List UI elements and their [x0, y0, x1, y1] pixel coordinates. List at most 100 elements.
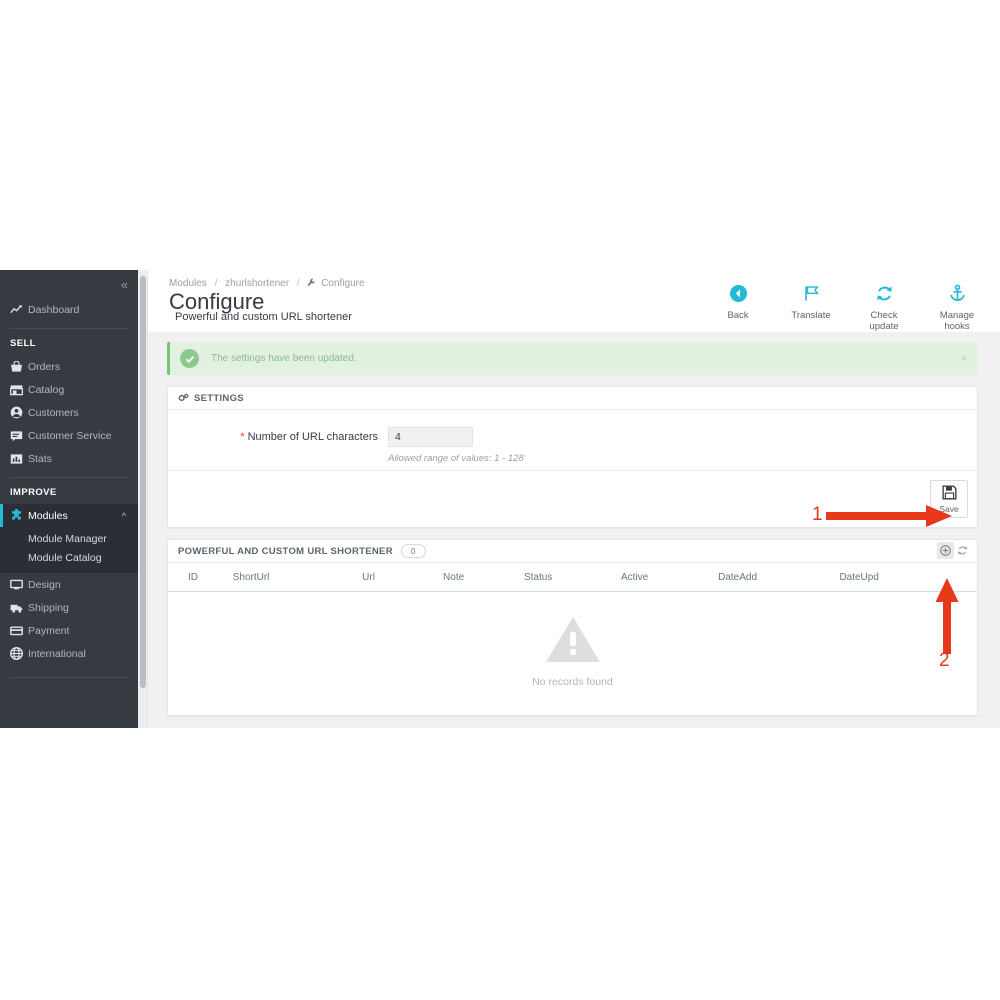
annotation-arrow-1	[826, 505, 952, 527]
refresh-icon	[857, 284, 911, 306]
sidebar-item-payment[interactable]: Payment	[0, 619, 138, 642]
sidebar-subitem-module-manager[interactable]: Module Manager	[0, 529, 138, 548]
manage-hooks-button[interactable]: Manage hooks	[930, 284, 984, 332]
records-panel-actions	[937, 542, 971, 559]
chat-icon	[10, 429, 28, 443]
sidebar-item-modules[interactable]: Modules ^	[0, 504, 138, 527]
sidebar-item-label: Customers	[28, 406, 79, 419]
sidebar-item-stats[interactable]: Stats	[0, 447, 138, 470]
translate-label: Translate	[791, 310, 831, 321]
flag-icon	[784, 284, 838, 306]
chevron-up-icon: ^	[121, 510, 126, 521]
bar-chart-icon	[10, 452, 28, 466]
sidebar-item-international[interactable]: International	[0, 642, 138, 665]
store-icon	[10, 383, 28, 397]
globe-icon	[10, 647, 28, 661]
column-shorturl[interactable]: ShortUrl	[232, 563, 363, 592]
url-characters-help-text: Allowed range of values: 1 - 128	[388, 453, 524, 464]
records-count-badge: 0	[400, 544, 426, 558]
sidebar-collapse-button[interactable]: «	[0, 270, 138, 298]
settings-form-row: * Number of URL characters 4 Allowed rang…	[168, 410, 977, 470]
empty-state: No records found	[169, 593, 976, 714]
sidebar-item-label: International	[28, 647, 86, 660]
sidebar-item-label: Orders	[28, 360, 61, 373]
url-characters-label-text: Number of URL characters	[247, 431, 378, 443]
sidebar-item-label: Shipping	[28, 601, 69, 614]
records-panel: POWERFUL AND CUSTOM URL SHORTENER 0 ID S…	[167, 539, 978, 716]
column-active[interactable]: Active	[621, 563, 719, 592]
screenshot-root: « Dashboard SELL Orders Catalog Customer…	[0, 0, 1000, 1000]
translate-button[interactable]: Translate	[784, 284, 838, 332]
check-circle-icon	[180, 349, 199, 368]
breadcrumb-module[interactable]: zhurlshortener	[225, 278, 289, 289]
settings-panel-header: SETTINGS	[168, 387, 977, 410]
sidebar-item-customer-service[interactable]: Customer Service	[0, 424, 138, 447]
admin-app-window: « Dashboard SELL Orders Catalog Customer…	[0, 270, 1000, 728]
records-table: ID ShortUrl Url Note Status Active DateA…	[168, 563, 977, 715]
column-status[interactable]: Status	[523, 563, 622, 592]
add-new-record-button[interactable]	[937, 542, 954, 559]
sidebar-item-label: Payment	[28, 624, 70, 637]
anchor-icon	[930, 284, 984, 306]
records-panel-title: POWERFUL AND CUSTOM URL SHORTENER	[178, 545, 393, 557]
truck-icon	[10, 601, 28, 615]
sidebar-submenu-modules: Module Manager Module Catalog	[0, 527, 138, 573]
sidebar-item-label: Modules	[28, 509, 68, 522]
sidebar-item-customers[interactable]: Customers	[0, 401, 138, 424]
records-table-header-row: ID ShortUrl Url Note Status Active DateA…	[168, 563, 977, 592]
check-update-button[interactable]: Check update	[857, 284, 911, 332]
sidebar-item-dashboard[interactable]: Dashboard	[0, 298, 138, 321]
breadcrumb-separator: /	[214, 278, 218, 289]
url-characters-label: * Number of URL characters	[168, 427, 388, 443]
breadcrumb-root[interactable]: Modules	[169, 278, 207, 289]
page-header: Modules / zhurlshortener / Configure Con…	[147, 270, 1000, 332]
records-panel-header: POWERFUL AND CUSTOM URL SHORTENER 0	[168, 540, 977, 563]
breadcrumb-current: Configure	[321, 278, 365, 289]
column-id[interactable]: ID	[168, 563, 233, 592]
back-button[interactable]: Back	[711, 284, 765, 332]
person-icon	[10, 406, 28, 420]
records-empty-cell: No records found	[168, 592, 977, 716]
wrench-icon	[307, 278, 319, 289]
sidebar-subitem-module-catalog[interactable]: Module Catalog	[0, 548, 138, 567]
alert-message: The settings have been updated.	[211, 353, 357, 364]
monitor-icon	[10, 578, 28, 592]
close-icon[interactable]: ×	[961, 353, 967, 365]
settings-panel-title: SETTINGS	[194, 392, 244, 404]
sidebar-scrollbar-thumb[interactable]	[139, 276, 146, 688]
cogs-icon	[178, 393, 189, 403]
sidebar-divider	[10, 477, 128, 478]
sidebar-divider	[10, 328, 128, 329]
sidebar-item-shipping[interactable]: Shipping	[0, 596, 138, 619]
url-characters-input[interactable]: 4	[388, 427, 473, 447]
floppy-disk-icon	[931, 485, 967, 503]
annotation-number-2: 2	[939, 650, 950, 671]
sidebar-item-label: Design	[28, 578, 61, 591]
sidebar-item-label: Dashboard	[28, 303, 80, 316]
content-area: Modules / zhurlshortener / Configure Con…	[147, 270, 1000, 728]
success-alert: The settings have been updated. ×	[167, 342, 978, 375]
sidebar-item-catalog[interactable]: Catalog	[0, 378, 138, 401]
trend-chart-icon	[10, 303, 28, 317]
refresh-list-button[interactable]	[954, 542, 971, 559]
main-sidebar: « Dashboard SELL Orders Catalog Customer…	[0, 270, 138, 728]
sidebar-scrollbar[interactable]	[138, 270, 148, 728]
column-url[interactable]: Url	[362, 563, 444, 592]
sidebar-item-orders[interactable]: Orders	[0, 355, 138, 378]
sidebar-item-label: Customer Service	[28, 429, 112, 442]
annotation-number-1: 1	[812, 504, 823, 525]
required-marker: *	[240, 431, 245, 443]
check-update-label: Check update	[869, 310, 899, 332]
records-table-head: ID ShortUrl Url Note Status Active DateA…	[168, 563, 977, 592]
plus-circle-icon	[940, 545, 951, 556]
sync-icon	[958, 546, 967, 555]
sidebar-section-sell-title: SELL	[10, 338, 36, 349]
column-note[interactable]: Note	[443, 563, 524, 592]
sidebar-item-design[interactable]: Design	[0, 573, 138, 596]
arrow-left-circle-icon	[711, 284, 765, 306]
basket-icon	[10, 360, 28, 374]
column-dateadd[interactable]: DateAdd	[718, 563, 840, 592]
sidebar-section-improve-title: IMPROVE	[10, 487, 57, 498]
annotation-arrow-2	[935, 578, 959, 654]
empty-state-text: No records found	[532, 676, 613, 688]
